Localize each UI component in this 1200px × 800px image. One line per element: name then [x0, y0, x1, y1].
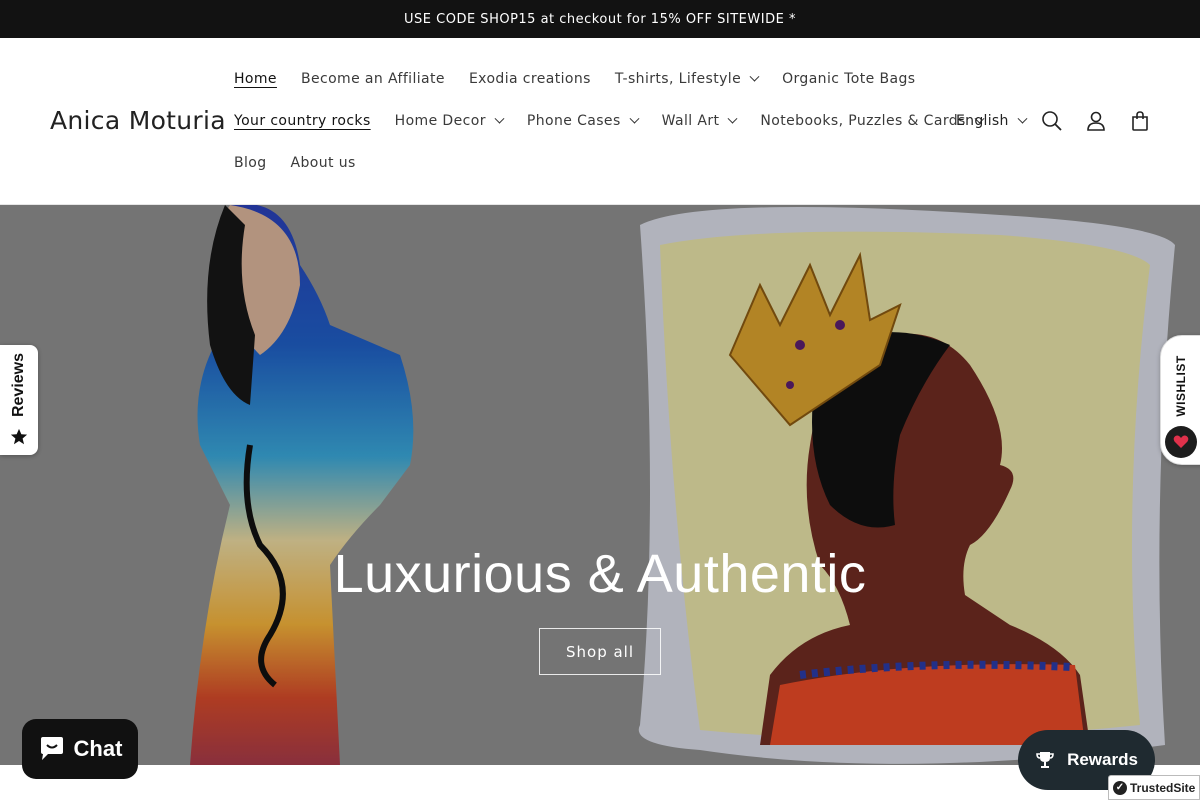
language-label: English	[956, 113, 1009, 129]
hero-title: Luxurious & Authentic	[333, 544, 867, 604]
nav-item-home[interactable]: Home	[222, 71, 289, 87]
heart-icon	[1165, 426, 1197, 458]
trophy-icon	[1036, 752, 1054, 768]
reviews-label: Reviews	[10, 352, 27, 418]
announcement-bar: USE CODE SHOP15 at checkout for 15% OFF …	[0, 0, 1200, 38]
nav-row-1: Home Become an Affiliate Exodia creation…	[222, 64, 927, 94]
announcement-text: USE CODE SHOP15 at checkout for 15% OFF …	[404, 11, 796, 27]
shop-all-button[interactable]: Shop all	[539, 628, 661, 675]
trustedsite-badge[interactable]: ✓ TrustedSite	[1108, 775, 1200, 800]
nav-item-blog[interactable]: Blog	[222, 155, 279, 171]
nav-item-about[interactable]: About us	[279, 155, 368, 171]
nav-item-tshirts[interactable]: T-shirts, Lifestyle	[603, 71, 770, 87]
star-icon	[10, 428, 28, 445]
check-icon: ✓	[1113, 780, 1127, 795]
wishlist-label: WISHLIST	[1174, 355, 1188, 417]
reviews-tab[interactable]: Reviews	[0, 345, 38, 455]
nav-item-affiliate[interactable]: Become an Affiliate	[289, 71, 457, 87]
nav-item-phone-cases[interactable]: Phone Cases	[515, 113, 650, 129]
nav-item-exodia[interactable]: Exodia creations	[457, 71, 603, 87]
nav-item-home-decor[interactable]: Home Decor	[383, 113, 515, 129]
rewards-label: Rewards	[1067, 750, 1138, 769]
chevron-down-icon	[727, 113, 738, 124]
chat-bubble-icon	[40, 737, 63, 760]
chat-label: Chat	[73, 736, 123, 761]
account-icon[interactable]	[1081, 106, 1111, 136]
chevron-down-icon	[749, 71, 760, 82]
chat-button[interactable]: Chat	[22, 719, 138, 779]
chevron-down-icon	[494, 113, 505, 124]
cart-icon[interactable]	[1125, 106, 1155, 136]
nav-item-country[interactable]: Your country rocks	[222, 113, 383, 129]
nav-row-2: Your country rocks Home Decor Phone Case…	[222, 106, 995, 136]
chevron-down-icon	[1017, 113, 1028, 124]
site-header: Anica Moturia Home Become an Affiliate E…	[0, 38, 1200, 205]
chevron-down-icon	[629, 113, 640, 124]
nav-item-tote-bags[interactable]: Organic Tote Bags	[770, 71, 927, 87]
trustedsite-label: TrustedSite	[1130, 780, 1196, 795]
language-selector[interactable]: English	[956, 106, 1028, 136]
hero-banner: Luxurious & Authentic Shop all	[0, 205, 1200, 765]
nav-row-3: Blog About us	[222, 148, 368, 178]
search-icon[interactable]	[1037, 106, 1067, 136]
wishlist-tab[interactable]: WISHLIST	[1160, 335, 1200, 465]
hero-overlay	[0, 205, 1200, 765]
nav-item-wall-art[interactable]: Wall Art	[650, 113, 749, 129]
brand-logo[interactable]: Anica Moturia	[50, 106, 226, 135]
